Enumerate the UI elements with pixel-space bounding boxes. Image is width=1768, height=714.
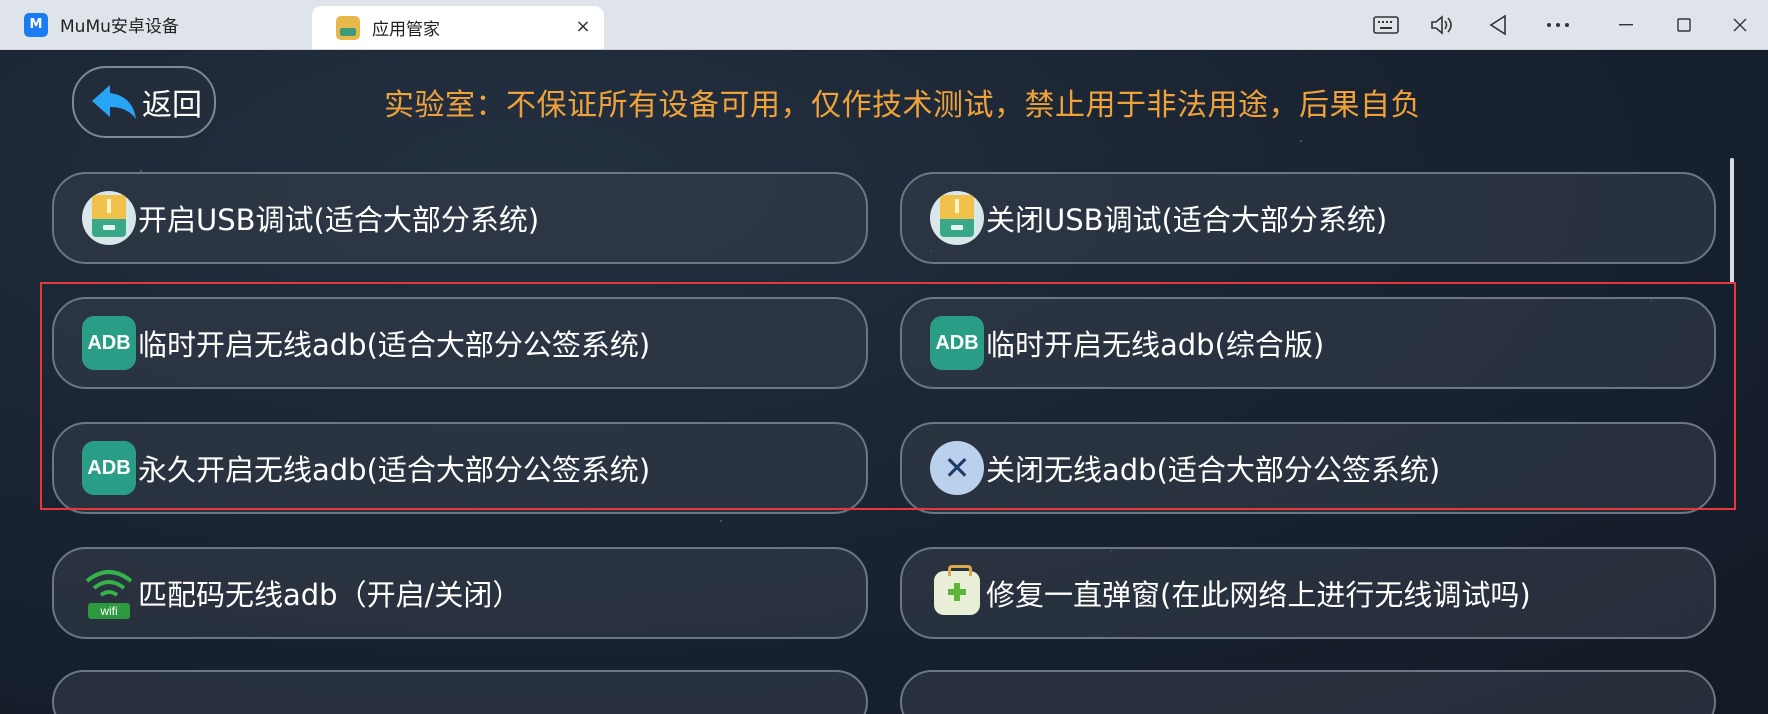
wifi-icon-text: wifi: [99, 604, 117, 618]
enable-usb-debugging-button[interactable]: 开启USB调试(适合大部分系统): [52, 172, 868, 264]
tab-label: 应用管家: [372, 20, 440, 40]
adb-icon: ADB: [82, 316, 136, 370]
temp-enable-wireless-adb-combined-button[interactable]: ADB 临时开启无线adb(综合版): [900, 297, 1716, 389]
app-content: 返回 实验室：不保证所有设备可用，仅作技术测试，禁止用于非法用途，后果自负 开启…: [0, 50, 1768, 714]
lab-notice: 实验室：不保证所有设备可用，仅作技术测试，禁止用于非法用途，后果自负: [384, 88, 1421, 123]
option-label: 开启USB调试(适合大部分系统): [138, 203, 540, 237]
option-label: 修复一直弹窗(在此网络上进行无线调试吗): [986, 578, 1531, 612]
fix-popup-button[interactable]: 修复一直弹窗(在此网络上进行无线调试吗): [900, 547, 1716, 639]
option-button-partial[interactable]: [52, 670, 868, 714]
wifi-icon: wifi: [82, 566, 136, 620]
title-bar: M MuMu安卓设备 应用管家 ×: [0, 0, 1768, 50]
tab-mumu-device[interactable]: M MuMu安卓设备: [0, 0, 310, 49]
first-aid-kit-icon: [934, 565, 980, 615]
tab-label: MuMu安卓设备: [60, 17, 179, 37]
background-star: [720, 520, 722, 522]
adb-icon: ADB: [930, 316, 984, 370]
back-button[interactable]: 返回: [72, 66, 216, 138]
app-manager-icon: [336, 15, 360, 40]
option-button-partial[interactable]: [900, 670, 1716, 714]
option-label: 永久开启无线adb(适合大部分公签系统): [138, 453, 651, 487]
back-arrow-icon: [92, 85, 136, 119]
option-label: 匹配码无线adb（开启/关闭）: [138, 578, 522, 612]
option-label: 临时开启无线adb(综合版): [986, 328, 1325, 362]
usb-drive-icon: [82, 191, 136, 245]
close-icon[interactable]: [1712, 0, 1768, 49]
pairing-code-wireless-adb-button[interactable]: wifi 匹配码无线adb（开启/关闭）: [52, 547, 868, 639]
option-label: 关闭USB调试(适合大部分系统): [986, 203, 1388, 237]
usb-drive-icon: [930, 191, 984, 245]
option-label: 临时开启无线adb(适合大部分公签系统): [138, 328, 651, 362]
disable-wireless-adb-button[interactable]: ✕ 关闭无线adb(适合大部分公签系统): [900, 422, 1716, 514]
maximize-icon[interactable]: [1656, 0, 1712, 49]
close-x-icon: ✕: [930, 441, 984, 495]
background-star: [1300, 140, 1302, 142]
scrollbar[interactable]: [1730, 158, 1734, 283]
back-label: 返回: [142, 88, 202, 123]
mumu-logo-icon: M: [24, 12, 48, 37]
minimize-icon[interactable]: [1598, 0, 1654, 49]
adb-icon: ADB: [82, 441, 136, 495]
permanent-enable-wireless-adb-button[interactable]: ADB 永久开启无线adb(适合大部分公签系统): [52, 422, 868, 514]
temp-enable-wireless-adb-button[interactable]: ADB 临时开启无线adb(适合大部分公签系统): [52, 297, 868, 389]
disable-usb-debugging-button[interactable]: 关闭USB调试(适合大部分系统): [900, 172, 1716, 264]
tab-close-icon[interactable]: ×: [572, 16, 594, 37]
tab-app-manager[interactable]: 应用管家 ×: [312, 6, 604, 49]
keyboard-icon[interactable]: [1358, 0, 1414, 49]
back-icon[interactable]: [1470, 0, 1526, 49]
more-icon[interactable]: [1530, 0, 1586, 49]
option-label: 关闭无线adb(适合大部分公签系统): [986, 453, 1441, 487]
volume-icon[interactable]: [1414, 0, 1470, 49]
